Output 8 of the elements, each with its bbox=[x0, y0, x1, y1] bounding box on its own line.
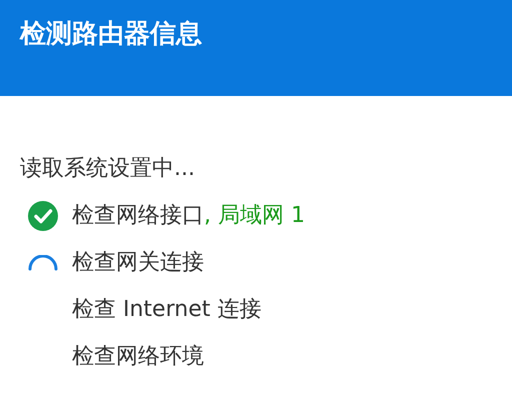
spinner-icon bbox=[28, 255, 58, 271]
step-label: 检查 Internet 连接 bbox=[72, 296, 262, 324]
page-title: 检测路由器信息 bbox=[20, 18, 202, 51]
check-circle-icon bbox=[28, 201, 58, 231]
step-label: 检查网络接口, 局域网 1 bbox=[72, 202, 305, 230]
step-label: 检查网关连接 bbox=[72, 249, 204, 277]
status-text: 读取系统设置中... bbox=[20, 155, 196, 183]
step-label: 检查网络环境 bbox=[72, 343, 204, 371]
